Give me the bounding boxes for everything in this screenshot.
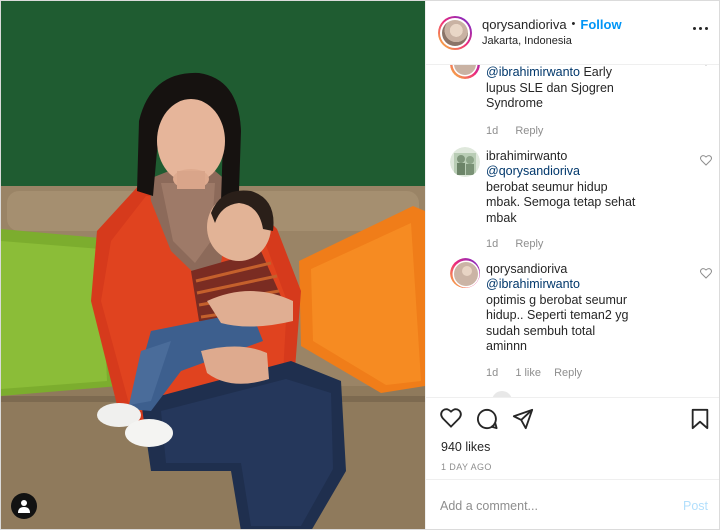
comment-mention[interactable]: @qorysandioriva: [486, 164, 636, 180]
add-comment-bar: Add a comment... Post: [426, 479, 719, 529]
comment-item: @ibrahimirwanto Early lupus SLE dan Sjog…: [450, 65, 712, 137]
follow-button[interactable]: Follow: [580, 16, 621, 33]
comment-item: qorysandioriva @ibrahimirwanto optimis g…: [450, 258, 712, 379]
author-avatar[interactable]: [438, 15, 472, 50]
comment-meta: 1d 1 like Reply: [486, 367, 712, 379]
comment-username[interactable]: ibrahimirwanto: [486, 149, 712, 164]
comment-avatar[interactable]: [450, 65, 480, 79]
comment-body: @qorysandioriva berobat seumur hidup mba…: [486, 164, 636, 226]
comment-body: @ibrahimirwanto optimis g berobat seumur…: [486, 277, 636, 355]
post-date[interactable]: 1 DAY AGO: [441, 462, 492, 472]
share-icon[interactable]: [512, 408, 534, 430]
heart-icon[interactable]: [440, 408, 462, 428]
post-header: qorysandioriva • Follow Jakarta, Indones…: [426, 1, 719, 65]
comment-heart-icon[interactable]: [700, 155, 712, 166]
post-button[interactable]: Post: [683, 499, 708, 513]
post-location[interactable]: Jakarta, Indonesia: [482, 33, 622, 50]
comment-text: optimis g berobat seumur hidup.. Seperti…: [486, 292, 629, 354]
post-photo[interactable]: [1, 1, 425, 529]
comment-avatar[interactable]: [450, 258, 480, 288]
reply-button[interactable]: Reply: [515, 125, 543, 137]
post-actions: 940 likes 1 DAY AGO: [426, 397, 719, 479]
comment-age[interactable]: 1d: [486, 238, 498, 250]
post-window: qorysandioriva • Follow Jakarta, Indones…: [0, 0, 720, 530]
author-info: qorysandioriva • Follow Jakarta, Indones…: [482, 16, 622, 50]
photo-illustration: [1, 1, 425, 529]
comment-input[interactable]: Add a comment...: [440, 499, 683, 513]
comment-age[interactable]: 1d: [486, 125, 498, 137]
likes-count[interactable]: 940 likes: [441, 440, 490, 454]
comment-meta: 1d Reply: [486, 238, 712, 250]
comment-age[interactable]: 1d: [486, 367, 498, 379]
bookmark-icon[interactable]: [690, 408, 710, 430]
comment-meta: 1d Reply: [486, 125, 712, 137]
comment-text: berobat seumur hidup mbak. Semoga tetap …: [486, 179, 636, 225]
author-username[interactable]: qorysandioriva: [482, 16, 567, 33]
user-tag-icon[interactable]: [11, 493, 37, 519]
comment-body: @ibrahimirwanto Early lupus SLE dan Sjog…: [486, 65, 636, 112]
comment-avatar[interactable]: [450, 147, 480, 177]
comment-mention[interactable]: @ibrahimirwanto: [486, 65, 580, 79]
comment-item: ibrahimirwanto @qorysandioriva berobat s…: [450, 147, 712, 250]
comment-like-count[interactable]: 1 like: [515, 367, 541, 379]
comment-username[interactable]: qorysandioriva: [486, 262, 712, 277]
comment-mention[interactable]: @ibrahimirwanto: [486, 277, 636, 293]
comments-list[interactable]: @ibrahimirwanto Early lupus SLE dan Sjog…: [426, 65, 719, 397]
comment-heart-icon[interactable]: [700, 268, 712, 279]
comment-heart-icon[interactable]: [700, 65, 712, 66]
reply-button[interactable]: Reply: [515, 238, 543, 250]
post-panel: qorysandioriva • Follow Jakarta, Indones…: [425, 1, 719, 529]
comment-icon[interactable]: [476, 408, 498, 430]
separator-dot: •: [571, 17, 576, 30]
reply-button[interactable]: Reply: [554, 367, 582, 379]
more-icon[interactable]: [693, 27, 708, 30]
